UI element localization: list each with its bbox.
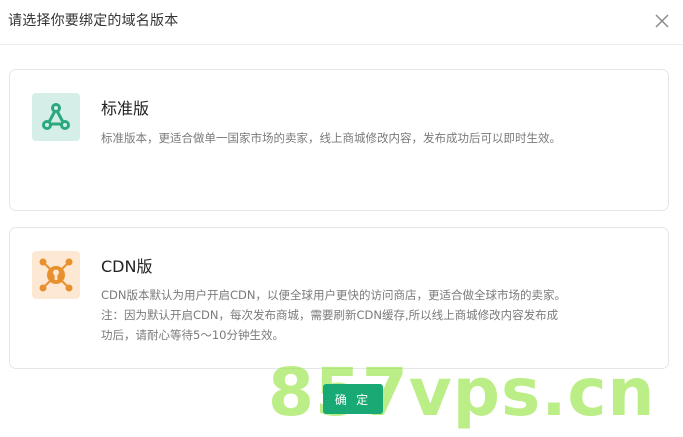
- dialog-title: 请选择你要绑定的域名版本: [8, 13, 179, 29]
- cdn-network-icon: [32, 251, 80, 299]
- option-title-standard: 标准版: [101, 99, 150, 118]
- option-description-cdn: CDN版本默认为用户开启CDN，以便全球用户更快的访问商店，更适合做全球市场的卖…: [101, 285, 646, 345]
- confirm-button[interactable]: 确 定: [323, 384, 383, 414]
- option-description-cdn-line: 功后，请耐心等待5～10分钟生效。: [101, 328, 284, 342]
- option-description-cdn-line: 注：因为默认开启CDN，每次发布商城，需要刷新CDN缓存,所以线上商城修改内容发…: [101, 308, 559, 322]
- close-icon: [655, 14, 669, 28]
- option-card-standard[interactable]: 标准版 标准版本，更适合做单一国家市场的卖家，线上商城修改内容，发布成功后可以即…: [9, 69, 669, 211]
- option-description-standard: 标准版本，更适合做单一国家市场的卖家，线上商城修改内容，发布成功后可以即时生效。: [101, 131, 561, 145]
- dialog-header: 请选择你要绑定的域名版本: [0, 0, 683, 45]
- domain-version-dialog: 请选择你要绑定的域名版本 标准版 标准版本，更适合做单一国家市场的卖家，线上商城…: [0, 0, 683, 437]
- option-title-cdn: CDN版: [101, 257, 153, 276]
- option-description-cdn-line: CDN版本默认为用户开启CDN，以便全球用户更快的访问商店，更适合做全球市场的卖…: [101, 288, 566, 302]
- option-card-cdn[interactable]: CDN版 CDN版本默认为用户开启CDN，以便全球用户更快的访问商店，更适合做全…: [9, 227, 669, 369]
- share-network-icon: [32, 93, 80, 141]
- close-button[interactable]: [651, 10, 673, 32]
